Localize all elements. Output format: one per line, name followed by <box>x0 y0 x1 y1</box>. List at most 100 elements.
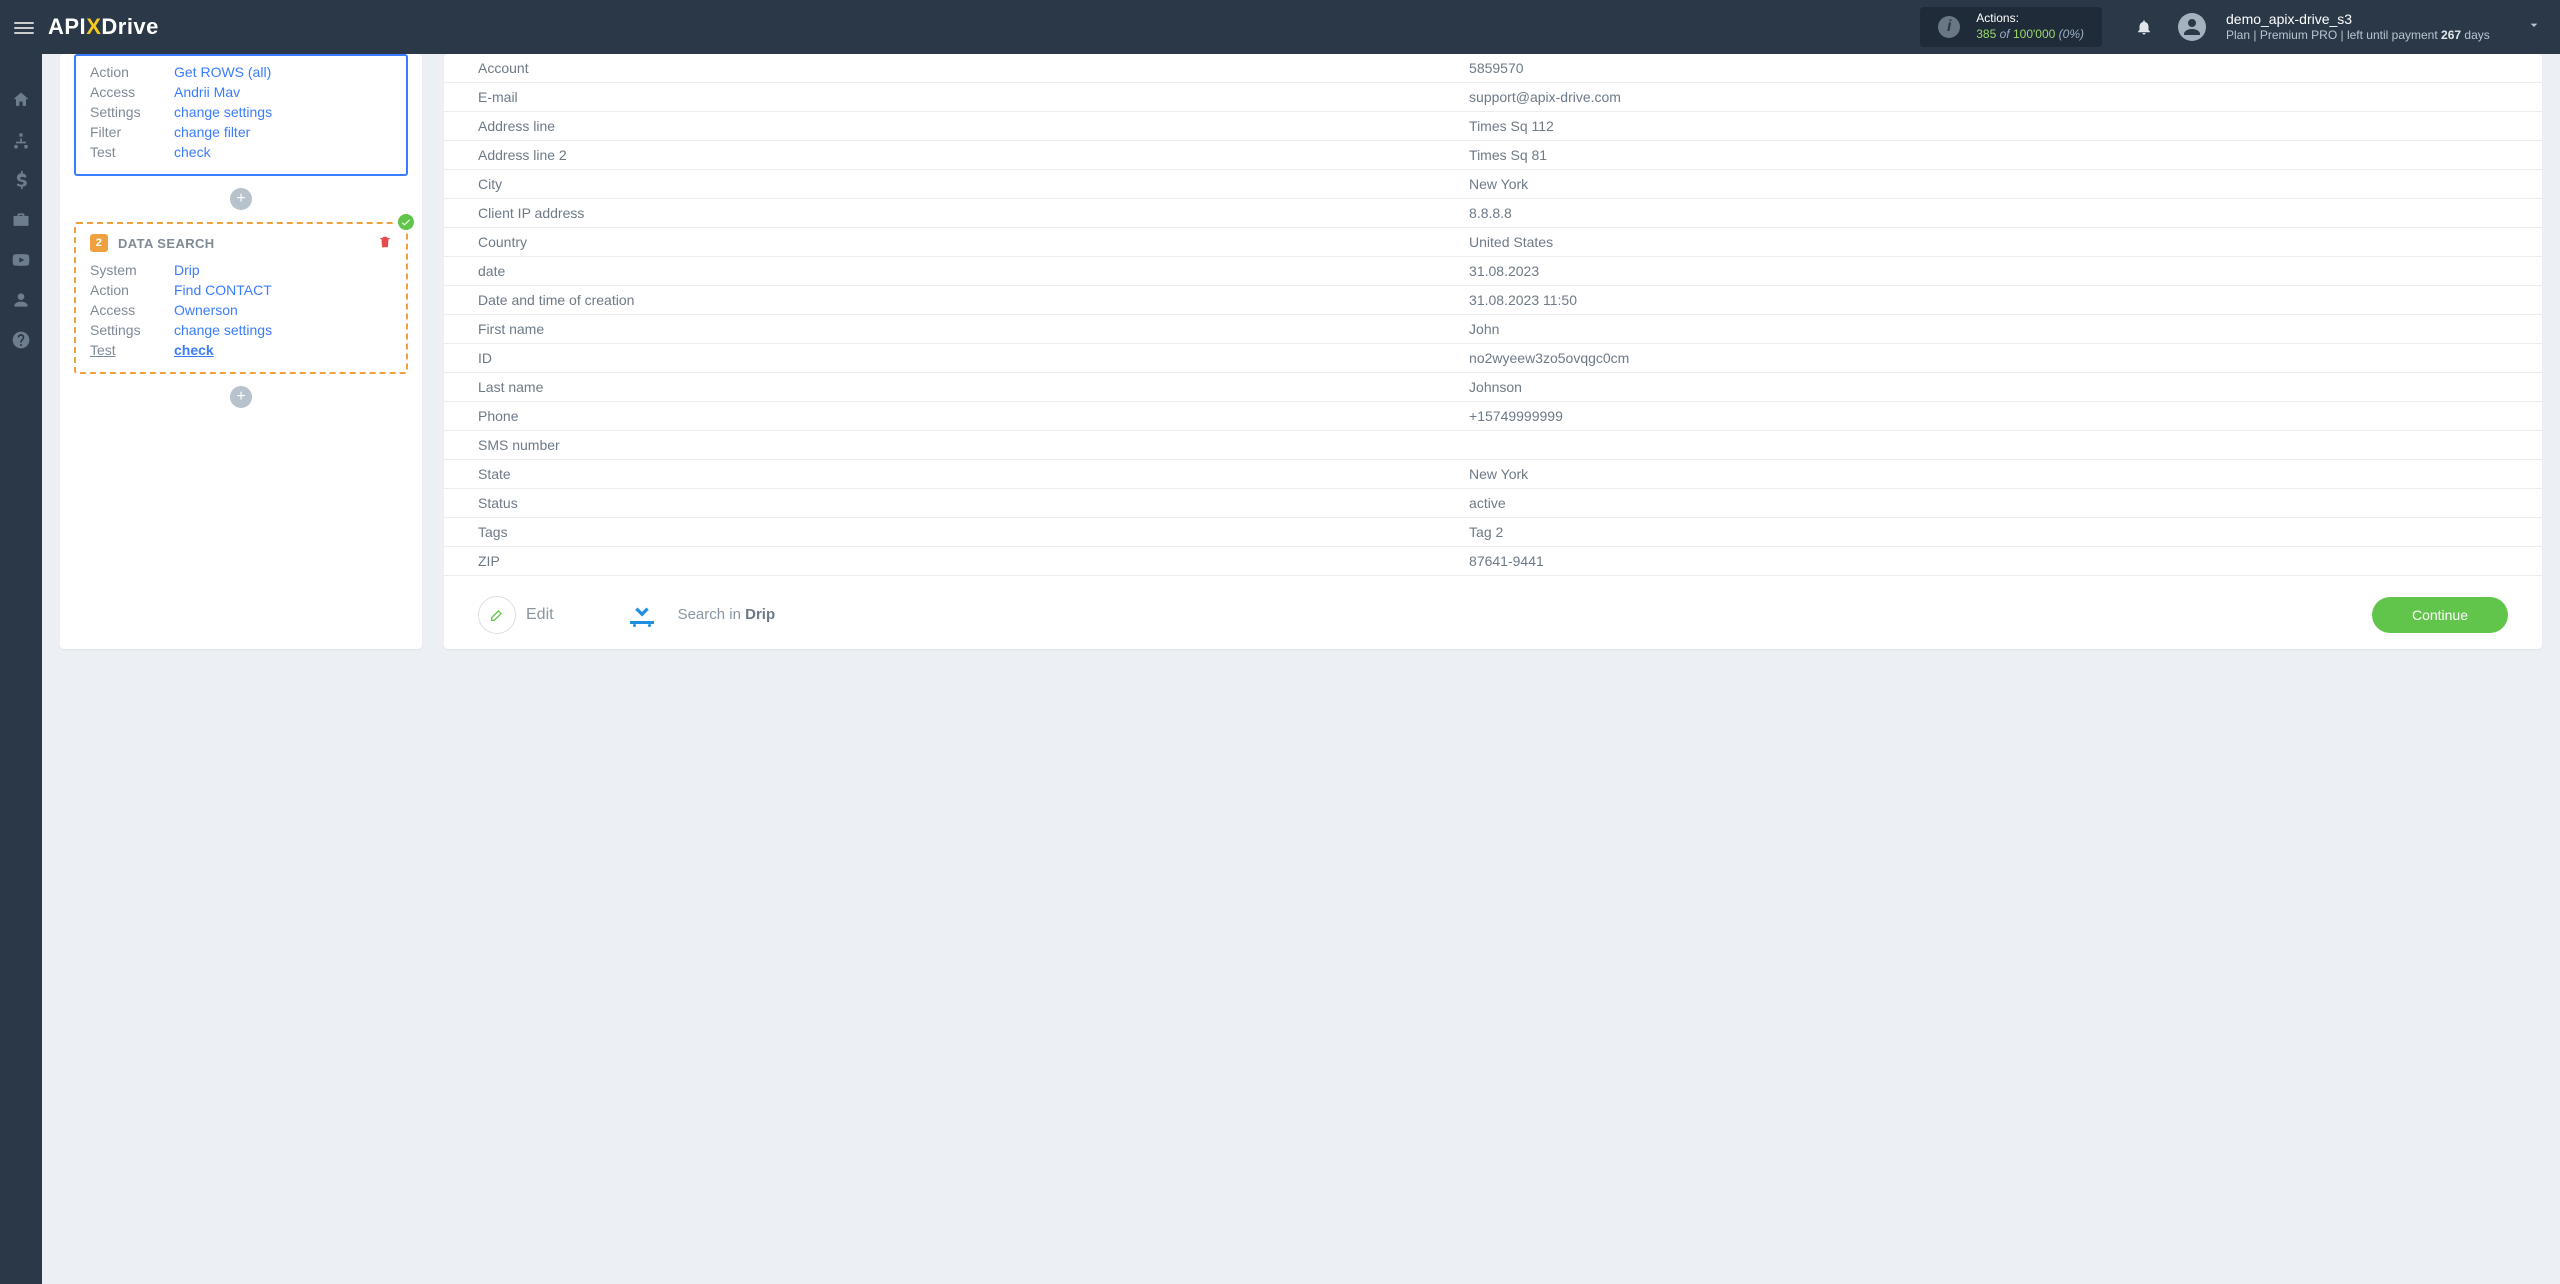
source-settings-link[interactable]: change settings <box>174 104 272 120</box>
search-system-link[interactable]: Drip <box>174 262 200 278</box>
table-row: date31.08.2023 <box>444 257 2542 286</box>
table-cell-value: 87641-9441 <box>1451 547 2542 576</box>
source-access-label: Access <box>90 84 174 100</box>
table-row: CountryUnited States <box>444 228 2542 257</box>
search-access-label: Access <box>90 302 174 318</box>
table-cell-key: Client IP address <box>444 199 1451 228</box>
billing-icon[interactable] <box>11 170 31 190</box>
briefcase-icon[interactable] <box>11 210 31 230</box>
search-access-link[interactable]: Ownerson <box>174 302 238 318</box>
trash-icon[interactable] <box>378 235 392 252</box>
table-row: E-mailsupport@apix-drive.com <box>444 83 2542 112</box>
table-row: Address lineTimes Sq 112 <box>444 112 2542 141</box>
add-step-between: + <box>74 188 408 210</box>
table-row: StateNew York <box>444 460 2542 489</box>
table-cell-value: no2wyeew3zo5ovqgc0cm <box>1451 344 2542 373</box>
logo-api: API <box>48 14 86 39</box>
table-cell-key: City <box>444 170 1451 199</box>
actions-used: 385 <box>1976 27 1996 41</box>
edit-button[interactable] <box>478 596 516 634</box>
sitemap-icon[interactable] <box>11 130 31 150</box>
table-row: Account5859570 <box>444 54 2542 83</box>
table-row: Address line 2Times Sq 81 <box>444 141 2542 170</box>
data-search-card: 2 DATA SEARCH SystemDrip ActionFind CONT… <box>74 222 408 374</box>
plan-name: Premium PRO <box>2260 28 2337 42</box>
search-action-link[interactable]: Find CONTACT <box>174 282 272 298</box>
table-cell-value: Tag 2 <box>1451 518 2542 547</box>
table-cell-value: Times Sq 112 <box>1451 112 2542 141</box>
account-icon[interactable] <box>11 290 31 310</box>
continue-button[interactable]: Continue <box>2372 597 2508 633</box>
source-settings-label: Settings <box>90 104 174 120</box>
table-cell-value: Times Sq 81 <box>1451 141 2542 170</box>
source-filter-link[interactable]: change filter <box>174 124 250 140</box>
hamburger-menu-icon[interactable] <box>14 19 34 35</box>
source-filter-label: Filter <box>90 124 174 140</box>
source-action-label: Action <box>90 64 174 80</box>
actions-total: 100'000 <box>2013 27 2055 41</box>
search-test-link[interactable]: check <box>174 342 214 358</box>
search-settings-label: Settings <box>90 322 174 338</box>
plan-days-num: 267 <box>2441 28 2461 42</box>
table-cell-key: Last name <box>444 373 1451 402</box>
table-cell-key: Account <box>444 54 1451 83</box>
table-cell-value: 31.08.2023 11:50 <box>1451 286 2542 315</box>
table-cell-key: SMS number <box>444 431 1451 460</box>
help-icon[interactable] <box>11 330 31 350</box>
table-cell-value: 8.8.8.8 <box>1451 199 2542 228</box>
check-badge-icon <box>396 212 416 232</box>
plan-prefix: Plan | <box>2226 28 2256 42</box>
user-block[interactable]: demo_apix-drive_s3 Plan | Premium PRO | … <box>2226 11 2526 44</box>
user-name: demo_apix-drive_s3 <box>2226 11 2526 29</box>
table-cell-key: Address line 2 <box>444 141 1451 170</box>
table-row: First nameJohn <box>444 315 2542 344</box>
flow-side-column: ActionGet ROWS (all) AccessAndrii Mav Se… <box>60 54 422 649</box>
table-cell-key: First name <box>444 315 1451 344</box>
plan-days-label: days <box>2464 28 2489 42</box>
search-action-label: Action <box>90 282 174 298</box>
search-test-label: Test <box>90 342 174 358</box>
table-row: Last nameJohnson <box>444 373 2542 402</box>
chevron-down-icon[interactable] <box>2526 17 2542 38</box>
avatar-icon[interactable] <box>2178 13 2206 41</box>
data-table: Account5859570E-mailsupport@apix-drive.c… <box>444 54 2542 576</box>
actions-counter[interactable]: i Actions: 385 of 100'000 (0%) <box>1920 7 2102 46</box>
table-cell-value: United States <box>1451 228 2542 257</box>
actions-text: Actions: 385 of 100'000 (0%) <box>1976 11 2084 42</box>
user-plan: Plan | Premium PRO | left until payment … <box>2226 28 2526 43</box>
table-cell-value: New York <box>1451 460 2542 489</box>
source-action-link[interactable]: Get ROWS (all) <box>174 64 271 80</box>
info-icon: i <box>1938 16 1960 38</box>
table-cell-key: E-mail <box>444 83 1451 112</box>
logo-drive: Drive <box>101 14 159 39</box>
table-cell-value: John <box>1451 315 2542 344</box>
table-row: ZIP87641-9441 <box>444 547 2542 576</box>
data-preview-panel: Account5859570E-mailsupport@apix-drive.c… <box>444 54 2542 649</box>
table-cell-key: Address line <box>444 112 1451 141</box>
source-card: ActionGet ROWS (all) AccessAndrii Mav Se… <box>74 54 408 176</box>
search-in-text: Search in <box>678 606 741 623</box>
source-test-link[interactable]: check <box>174 144 211 160</box>
notifications-bell-icon[interactable] <box>2130 13 2158 41</box>
table-cell-key: Country <box>444 228 1451 257</box>
source-test-label: Test <box>90 144 174 160</box>
plus-icon[interactable]: + <box>230 386 252 408</box>
source-access-link[interactable]: Andrii Mav <box>174 84 240 100</box>
app-logo[interactable]: APIXDrive <box>48 14 159 40</box>
logo-x: X <box>86 14 101 39</box>
app-header: APIXDrive i Actions: 385 of 100'000 (0%)… <box>0 0 2560 54</box>
home-icon[interactable] <box>11 90 31 110</box>
table-row: Phone+15749999999 <box>444 402 2542 431</box>
table-cell-key: Phone <box>444 402 1451 431</box>
actions-label: Actions: <box>1976 11 2019 25</box>
edit-label: Edit <box>526 606 554 624</box>
search-system-label: System <box>90 262 174 278</box>
search-settings-link[interactable]: change settings <box>174 322 272 338</box>
plus-icon[interactable]: + <box>230 188 252 210</box>
left-rail <box>0 54 42 1284</box>
download-icon <box>624 594 660 635</box>
table-cell-key: Date and time of creation <box>444 286 1451 315</box>
footer-row: Edit Search in Drip Continue <box>444 576 2542 635</box>
table-cell-value: New York <box>1451 170 2542 199</box>
youtube-icon[interactable] <box>11 250 31 270</box>
